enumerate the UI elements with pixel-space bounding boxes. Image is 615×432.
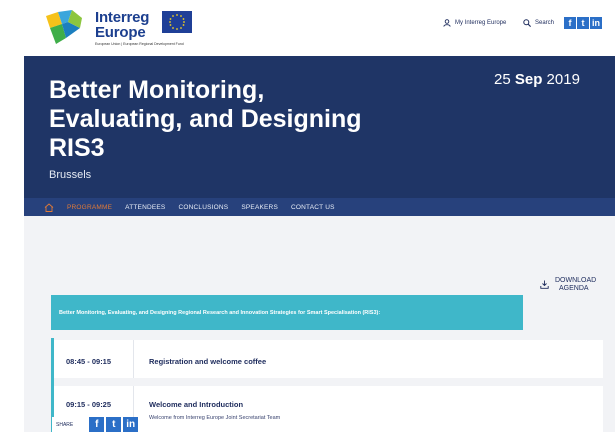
tab-conclusions[interactable]: CONCLUSIONS xyxy=(178,204,228,211)
event-title: Better Monitoring, Evaluating, and Desig… xyxy=(49,76,362,162)
logo-subtitle: European Union | European Regional Devel… xyxy=(95,42,184,46)
interreg-europe-logo[interactable]: Interreg Europe European Union | Europea… xyxy=(44,6,204,48)
event-nav: PROGRAMME ATTENDEES CONCLUSIONS SPEAKERS… xyxy=(24,198,615,216)
tab-attendees[interactable]: ATTENDEES xyxy=(125,204,165,211)
agenda-header-text: Better Monitoring, Evaluating, and Desig… xyxy=(59,309,381,316)
header-social-links: f t in xyxy=(564,17,602,29)
share-linkedin-icon[interactable]: in xyxy=(123,417,139,432)
share-twitter-icon[interactable]: t xyxy=(106,417,122,432)
event-date-year: 2019 xyxy=(546,71,580,88)
download-agenda-label: DOWNLOAD AGENDA xyxy=(555,277,596,293)
agenda-title: Welcome and Introduction xyxy=(149,400,244,409)
download-label-line2: AGENDA xyxy=(559,285,589,292)
event-date: 25 Sep 2019 xyxy=(494,71,580,88)
event-city: Brussels xyxy=(49,169,92,181)
agenda-title: Registration and welcome coffee xyxy=(149,357,267,366)
facebook-icon[interactable]: f xyxy=(564,17,576,29)
tab-speakers[interactable]: SPEAKERS xyxy=(241,204,278,211)
my-interreg-label: My Interreg Europe xyxy=(455,20,507,26)
agenda-description: Welcome from Interreg Europe Joint Secre… xyxy=(149,415,281,421)
search-label: Search xyxy=(535,20,555,26)
twitter-icon[interactable]: t xyxy=(577,17,589,29)
my-interreg-link[interactable]: My Interreg Europe xyxy=(443,19,506,27)
event-hero: Better Monitoring, Evaluating, and Desig… xyxy=(24,56,615,198)
eu-flag-icon xyxy=(162,11,192,33)
event-date-day: 25 xyxy=(494,71,511,88)
interreg-logo-mark-icon xyxy=(46,10,82,44)
logo-text-europe: Europe xyxy=(95,24,146,41)
user-icon xyxy=(443,19,451,27)
agenda-row: 08:45 - 09:15 Registration and welcome c… xyxy=(54,340,603,378)
share-bar: SHARE f t in xyxy=(52,417,143,432)
download-icon xyxy=(540,280,549,289)
share-facebook-icon[interactable]: f xyxy=(89,417,105,432)
search-button[interactable]: Search xyxy=(523,19,554,27)
agenda-header: Better Monitoring, Evaluating, and Desig… xyxy=(51,295,523,330)
linkedin-icon[interactable]: in xyxy=(590,17,602,29)
share-label: SHARE xyxy=(56,421,74,428)
search-icon xyxy=(523,19,531,27)
event-date-month: Sep xyxy=(514,71,543,88)
site-header: Interreg Europe European Union | Europea… xyxy=(0,0,615,56)
download-agenda-button[interactable]: DOWNLOAD AGENDA xyxy=(540,277,596,293)
tab-contact-us[interactable]: CONTACT US xyxy=(291,204,335,211)
download-label-line1: DOWNLOAD xyxy=(555,277,597,284)
tab-programme[interactable]: PROGRAMME xyxy=(67,204,112,211)
agenda-time: 08:45 - 09:15 xyxy=(54,340,134,378)
home-icon[interactable] xyxy=(44,202,54,212)
